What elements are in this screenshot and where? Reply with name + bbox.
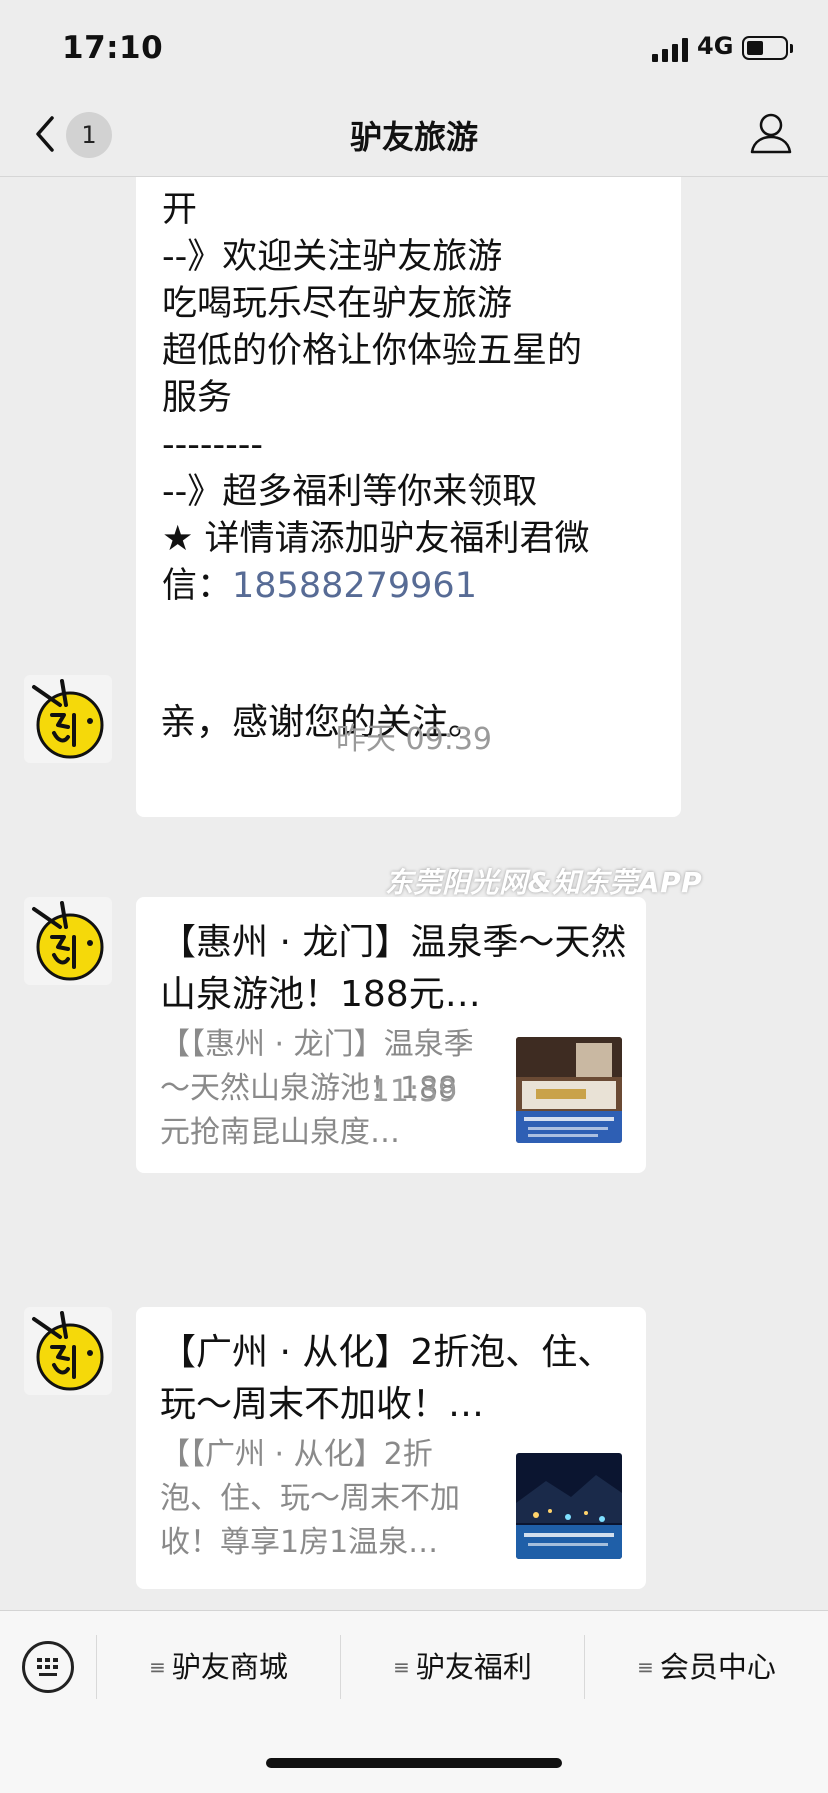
signal-icon bbox=[652, 38, 688, 62]
menu-item-label: 驴友福利 bbox=[415, 1650, 532, 1684]
menu-item-label: 驴友商城 bbox=[171, 1650, 288, 1684]
menu-list-icon: ≡ bbox=[393, 1655, 410, 1679]
card-title: 【广州 · 从化】2折泡、住、玩～周末不加收！… bbox=[160, 1332, 614, 1425]
watermark-text: 东莞阳光网&知东莞APP bbox=[385, 866, 703, 899]
donkey-logo-icon bbox=[32, 1311, 104, 1391]
battery-nub bbox=[790, 44, 793, 53]
article-card-guangzhou[interactable]: 【广州 · 从化】2折泡、住、玩～周末不加收！… 【【广州 · 从化】2折泡、住… bbox=[136, 1307, 646, 1589]
timestamp-label: 11:39 bbox=[370, 1074, 458, 1109]
text-line: 吃喝玩乐尽在驴友旅游 bbox=[162, 284, 513, 324]
network-type: 4G bbox=[697, 32, 734, 60]
keyboard-icon[interactable] bbox=[22, 1641, 74, 1693]
chat-title: 驴友旅游 bbox=[349, 118, 478, 156]
menu-list-icon: ≡ bbox=[149, 1655, 166, 1679]
text-line: --》欢迎关注驴友旅游 bbox=[162, 237, 503, 277]
text-line: 开 bbox=[162, 190, 198, 230]
keyboard-grid-icon bbox=[37, 1658, 58, 1676]
avatar[interactable] bbox=[24, 897, 112, 985]
phone-link[interactable]: 18588279961 bbox=[232, 566, 477, 606]
avatar[interactable] bbox=[24, 1307, 112, 1395]
timestamp-label: 昨天 09:39 bbox=[336, 722, 492, 757]
profile-icon[interactable] bbox=[748, 110, 794, 156]
text-line: ★ 详情请添加驴友福利君微 bbox=[162, 519, 590, 559]
text-line: -------- bbox=[162, 425, 264, 465]
status-bar: 17:10 4G bbox=[0, 0, 828, 96]
text-line-with-phone: 信：18588279961 bbox=[162, 563, 657, 610]
menu-list-icon: ≡ bbox=[637, 1655, 654, 1679]
text-line: 服务 bbox=[162, 378, 233, 418]
home-indicator bbox=[266, 1758, 562, 1768]
wechat-label: 信： bbox=[162, 566, 233, 606]
card-title: 【惠州 · 龙门】温泉季～天然山泉游池！188元… bbox=[160, 922, 627, 1015]
status-time: 17:10 bbox=[62, 30, 164, 66]
battery-icon bbox=[742, 36, 788, 60]
resort-night-thumbnail bbox=[516, 1453, 622, 1559]
text-line: --》超多福利等你来领取 bbox=[162, 472, 538, 512]
donkey-logo-icon bbox=[32, 901, 104, 981]
menu-item-member-center[interactable]: ≡ 会员中心 bbox=[585, 1623, 828, 1711]
menu-item-label: 会员中心 bbox=[659, 1650, 776, 1684]
card-description: 【【广州 · 从化】2折泡、住、玩～周末不加收！尊享1房1温泉… bbox=[160, 1437, 460, 1560]
text-line: 超低的价格让你体验五星的 bbox=[162, 331, 583, 371]
article-card-huizhou[interactable]: 【惠州 · 龙门】温泉季～天然山泉游池！188元… 【【惠州 · 龙门】温泉季～… bbox=[136, 897, 646, 1173]
menu-item-welfare[interactable]: ≡ 驴友福利 bbox=[341, 1623, 584, 1711]
menu-item-mall[interactable]: ≡ 驴友商城 bbox=[97, 1623, 340, 1711]
nav-bar: 1 驴友旅游 bbox=[0, 96, 828, 177]
